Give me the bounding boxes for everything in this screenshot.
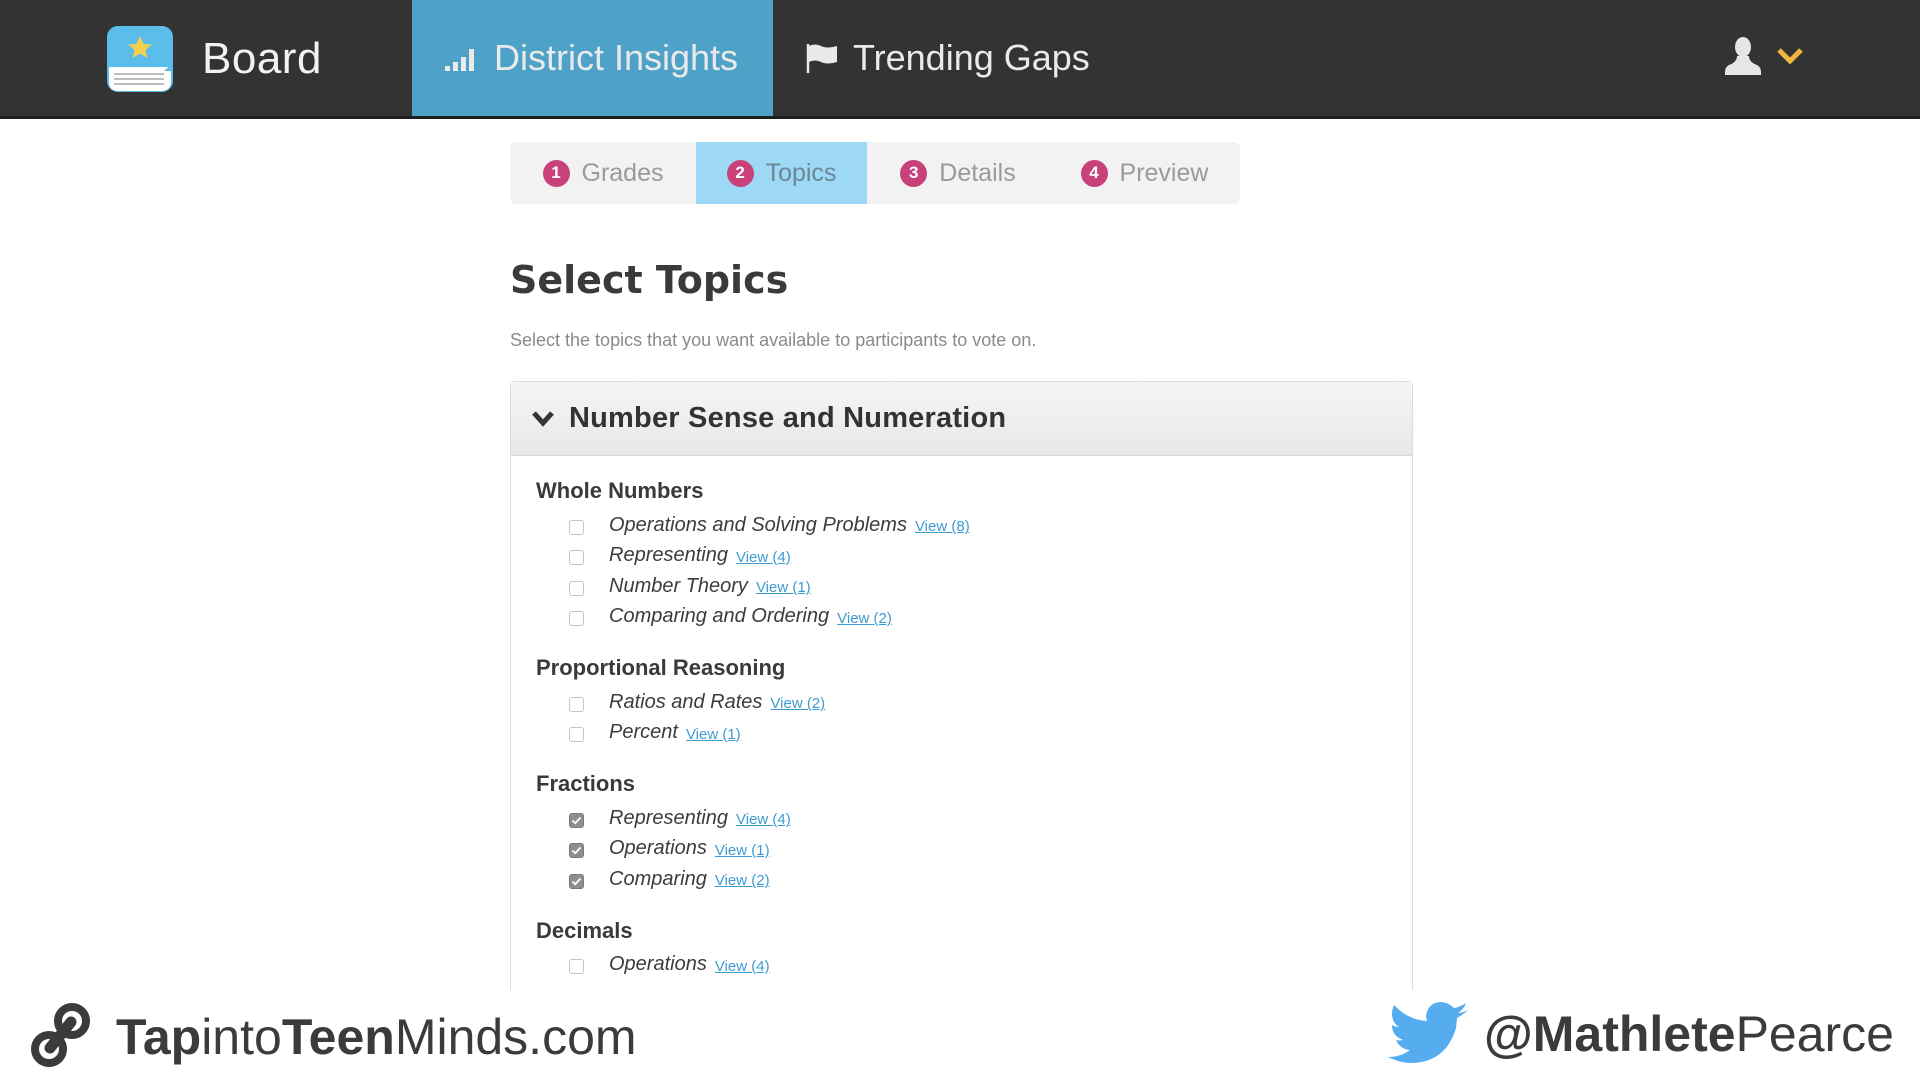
checkmark-icon xyxy=(571,847,582,855)
twitter-bird-icon xyxy=(1384,1000,1470,1068)
topic-checkbox[interactable] xyxy=(569,812,584,828)
topic-item: Number Theory View (1) xyxy=(536,571,1412,602)
topic-group: Proportional Reasoning Ratios and Rates … xyxy=(536,653,1412,748)
step-topics[interactable]: 2 Topics xyxy=(696,142,867,204)
step-label: Topics xyxy=(765,158,837,187)
topic-checkbox[interactable] xyxy=(569,519,584,535)
view-link[interactable]: View (2) xyxy=(715,872,770,889)
chevron-down-icon xyxy=(1776,46,1804,70)
chain-link-icon xyxy=(28,1000,94,1074)
footer-branding: TapintoTeenMinds.com @MathletePearce xyxy=(0,990,1920,1080)
panel-title: Number Sense and Numeration xyxy=(569,402,1007,434)
site-branding: TapintoTeenMinds.com xyxy=(28,1000,637,1074)
step-number-badge: 3 xyxy=(900,159,928,187)
step-number-badge: 1 xyxy=(542,159,570,187)
topic-label: Representing xyxy=(609,806,728,829)
user-menu[interactable] xyxy=(1724,36,1804,80)
topic-checkbox[interactable] xyxy=(569,959,584,975)
topic-checkbox[interactable] xyxy=(569,727,584,743)
topic-item: Comparing View (2) xyxy=(536,864,1412,895)
wizard-steps: 1 Grades 2 Topics 3 Details 4 Preview xyxy=(510,142,1240,204)
topic-label: Number Theory xyxy=(609,574,748,597)
view-link[interactable]: View (2) xyxy=(770,695,825,712)
group-title: Decimals xyxy=(536,917,633,943)
handle-part: Pearce xyxy=(1735,1006,1894,1062)
topic-label: Percent xyxy=(609,721,678,744)
nav-tab-label: Trending Gaps xyxy=(853,37,1090,78)
topic-checkbox[interactable] xyxy=(569,696,584,712)
view-link[interactable]: View (4) xyxy=(736,549,791,566)
topic-label: Ratios and Rates xyxy=(609,690,763,713)
brand-name: Board xyxy=(202,34,322,83)
topic-label: Operations and Solving Problems xyxy=(609,513,907,536)
chevron-down-icon xyxy=(531,410,555,428)
topic-item: Operations and Solving Problems View (8) xyxy=(536,510,1412,541)
topic-item: Operations View (4) xyxy=(536,950,1412,981)
topic-checkbox[interactable] xyxy=(569,580,584,596)
site-name-part: into xyxy=(201,1009,282,1065)
nav-tab-district-insights[interactable]: District Insights xyxy=(412,0,773,116)
flag-icon xyxy=(805,42,839,74)
topic-checkbox[interactable] xyxy=(569,550,584,566)
topic-checkbox[interactable] xyxy=(569,843,584,859)
view-link[interactable]: View (2) xyxy=(837,610,892,627)
panel-body: Whole Numbers Operations and Solving Pro… xyxy=(511,456,1412,980)
topic-panel: Number Sense and Numeration Whole Number… xyxy=(510,381,1413,1080)
panel-header-toggle[interactable]: Number Sense and Numeration xyxy=(511,382,1412,456)
view-link[interactable]: View (4) xyxy=(715,958,770,975)
topic-group: Decimals Operations View (4) xyxy=(536,916,1412,981)
group-title: Fractions xyxy=(536,771,636,796)
topic-item: Representing View (4) xyxy=(536,803,1412,834)
topic-checkbox[interactable] xyxy=(569,873,584,889)
page-title: Select Topics xyxy=(510,258,789,302)
topic-label: Operations xyxy=(609,837,707,860)
view-link[interactable]: View (1) xyxy=(756,579,811,596)
topic-group: Fractions Representing View (4) Operatio… xyxy=(536,769,1412,895)
topic-item: Operations View (1) xyxy=(536,834,1412,865)
step-grades[interactable]: 1 Grades xyxy=(510,142,696,204)
twitter-handle: @MathletePearce xyxy=(1484,1005,1894,1063)
step-number-badge: 2 xyxy=(726,159,754,187)
twitter-branding: @MathletePearce xyxy=(1384,1000,1894,1068)
topic-label: Comparing and Ordering xyxy=(609,605,830,628)
site-name-part: Tap xyxy=(116,1009,202,1065)
group-title: Proportional Reasoning xyxy=(536,655,786,680)
top-navigation-bar: Board District Insights Trending Gaps xyxy=(0,0,1920,119)
brand[interactable]: Board xyxy=(106,24,322,94)
view-link[interactable]: View (4) xyxy=(736,811,791,828)
step-details[interactable]: 3 Details xyxy=(867,142,1049,204)
nav-tab-label: District Insights xyxy=(494,37,739,78)
step-label: Details xyxy=(939,158,1016,187)
site-name: TapintoTeenMinds.com xyxy=(116,1008,637,1066)
topic-item: Percent View (1) xyxy=(536,718,1412,749)
checkmark-icon xyxy=(571,816,582,825)
topic-item: Comparing and Ordering View (2) xyxy=(536,602,1412,633)
user-icon xyxy=(1724,36,1762,80)
step-number-badge: 4 xyxy=(1080,159,1108,187)
site-name-part: Minds.com xyxy=(394,1009,637,1065)
nav-tab-trending-gaps[interactable]: Trending Gaps xyxy=(773,0,1122,116)
page-subtitle: Select the topics that you want availabl… xyxy=(510,330,1037,350)
view-link[interactable]: View (1) xyxy=(715,842,770,859)
handle-part: @Mathlete xyxy=(1484,1006,1736,1062)
topic-label: Comparing xyxy=(609,867,707,890)
topic-item: Ratios and Rates View (2) xyxy=(536,687,1412,718)
step-label: Preview xyxy=(1119,158,1209,187)
topic-group: Whole Numbers Operations and Solving Pro… xyxy=(536,476,1412,632)
site-name-part: Teen xyxy=(281,1009,395,1065)
view-link[interactable]: View (8) xyxy=(915,518,970,535)
view-link[interactable]: View (1) xyxy=(686,726,741,743)
topic-label: Representing xyxy=(609,544,728,567)
step-label: Grades xyxy=(581,158,664,187)
group-title: Whole Numbers xyxy=(536,478,704,503)
topic-label: Operations xyxy=(609,953,707,976)
topic-item: Representing View (4) xyxy=(536,541,1412,572)
checkmark-icon xyxy=(571,877,582,886)
step-preview[interactable]: 4 Preview xyxy=(1049,142,1240,204)
board-logo-icon xyxy=(106,25,174,93)
signal-bars-icon xyxy=(444,44,480,72)
topic-checkbox[interactable] xyxy=(569,611,584,627)
